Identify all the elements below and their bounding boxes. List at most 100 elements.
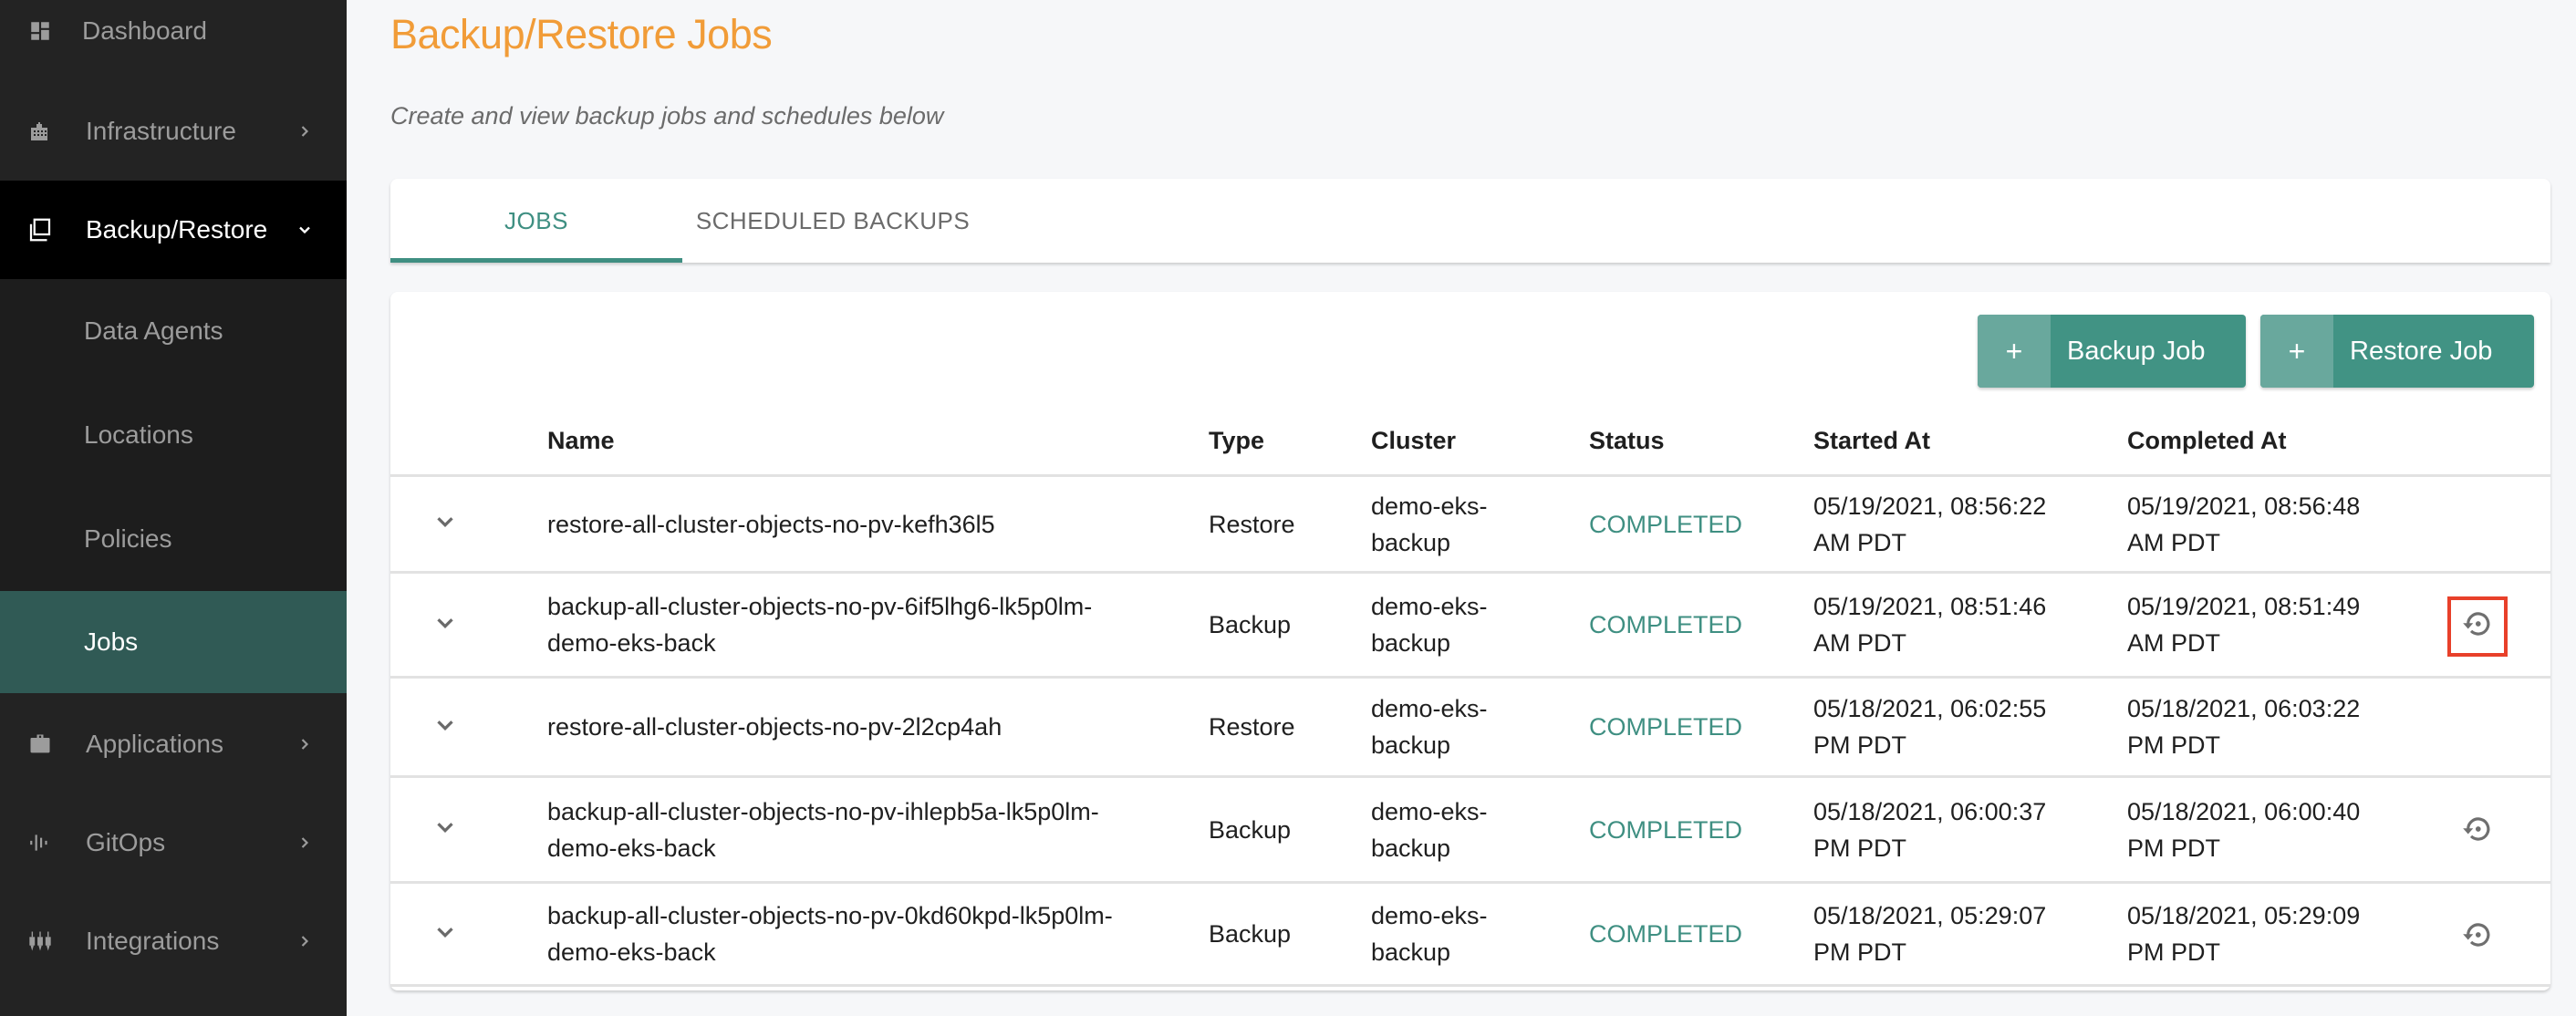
status-badge: COMPLETED (1589, 611, 1743, 638)
copy-icon (26, 215, 55, 244)
job-type: Backup (1209, 611, 1292, 638)
chevron-down-icon (431, 918, 459, 950)
chevron-right-icon (294, 832, 316, 854)
job-name: restore-all-cluster-objects-no-pv-2l2cp4… (547, 713, 1002, 741)
page-title: Backup/Restore Jobs (390, 11, 773, 57)
job-type: Restore (1209, 713, 1295, 741)
sidebar-item-label: Backup/Restore (86, 215, 268, 244)
job-name: backup-all-cluster-objects-no-pv-0kd60kp… (547, 902, 1113, 966)
button-label: Backup Job (2067, 336, 2206, 366)
job-cluster: demo-eks-backup (1371, 797, 1488, 862)
restore-icon (2460, 606, 2495, 646)
chevron-right-icon (294, 120, 316, 142)
expand-row-button[interactable] (423, 778, 467, 881)
restore-from-backup-button[interactable] (2447, 801, 2508, 861)
sidebar-item-gitops[interactable]: GitOps (0, 793, 347, 892)
completed-at: 05/18/2021, 06:00:40 PM PDT (2127, 797, 2361, 862)
tab-scheduled-backups[interactable]: SCHEDULED BACKUPS (682, 179, 983, 263)
job-name: backup-all-cluster-objects-no-pv-ihlepb5… (547, 797, 1099, 862)
plus-icon: + (2260, 315, 2333, 388)
sidebar-item-infrastructure[interactable]: Infrastructure (0, 82, 347, 181)
job-name: restore-all-cluster-objects-no-pv-kefh36… (547, 510, 995, 538)
sidebar-subitem-label: Jobs (84, 627, 139, 656)
completed-at: 05/19/2021, 08:56:48 AM PDT (2127, 492, 2361, 556)
sidebar-subitem-data-agents[interactable]: Data Agents (0, 279, 347, 383)
table-row[interactable]: backup-all-cluster-objects-no-pv-ihlepb5… (390, 775, 2550, 881)
briefcase-icon (26, 730, 55, 759)
sidebar-subitem-label: Policies (84, 524, 172, 553)
sidebar-subitem-locations[interactable]: Locations (0, 383, 347, 487)
job-name: backup-all-cluster-objects-no-pv-6if5lhg… (547, 593, 1093, 657)
column-header-status: Status (1589, 427, 1665, 454)
expand-row-button[interactable] (423, 884, 467, 984)
expand-row-button[interactable] (423, 679, 467, 775)
status-badge: COMPLETED (1589, 510, 1743, 538)
job-cluster: demo-eks-backup (1371, 695, 1488, 759)
restore-from-backup-button[interactable] (2447, 596, 2508, 657)
completed-at: 05/18/2021, 06:03:22 PM PDT (2127, 695, 2361, 759)
started-at: 05/18/2021, 05:29:07 PM PDT (1813, 902, 2047, 966)
started-at: 05/19/2021, 08:51:46 AM PDT (1813, 593, 2047, 657)
sidebar-item-backup-restore[interactable]: Backup/Restore (0, 181, 347, 279)
expand-row-button[interactable] (423, 477, 467, 571)
sidebar-item-label: Infrastructure (86, 117, 236, 145)
column-header-name: Name (547, 427, 615, 454)
chevron-down-icon (431, 814, 459, 845)
completed-at: 05/18/2021, 05:29:09 PM PDT (2127, 902, 2361, 966)
expand-row-button[interactable] (423, 574, 467, 676)
active-tab-indicator (390, 258, 682, 263)
tab-jobs[interactable]: JOBS (390, 179, 682, 263)
button-label: Restore Job (2350, 336, 2493, 366)
sidebar-item-label: Dashboard (82, 16, 207, 45)
chevron-right-icon (294, 930, 316, 952)
table-row[interactable]: backup-all-cluster-objects-no-pv-0kd60kp… (390, 881, 2550, 987)
chevron-right-icon (294, 733, 316, 755)
restore-from-backup-button[interactable] (2447, 907, 2508, 967)
plus-icon: + (1978, 315, 2051, 388)
status-badge: COMPLETED (1589, 920, 1743, 948)
sidebar-item-applications[interactable]: Applications (0, 695, 347, 793)
sidebar: Dashboard Infrastructure Backup/Restore … (0, 0, 347, 1016)
sidebar-submenu: Data Agents Locations Policies Jobs (0, 279, 347, 693)
column-header-cluster: Cluster (1371, 427, 1457, 454)
page-subtitle: Create and view backup jobs and schedule… (390, 102, 944, 130)
table-row[interactable]: backup-all-cluster-objects-no-pv-6if5lhg… (390, 571, 2550, 676)
job-cluster: demo-eks-backup (1371, 492, 1488, 556)
building-icon (26, 117, 55, 146)
sidebar-item-label: GitOps (86, 828, 166, 856)
chevron-down-icon (431, 711, 459, 743)
job-type: Backup (1209, 920, 1292, 948)
table-row[interactable]: restore-all-cluster-objects-no-pv-2l2cp4… (390, 676, 2550, 775)
table-row[interactable]: restore-all-cluster-objects-no-pv-kefh36… (390, 474, 2550, 571)
column-header-completed-at: Completed At (2127, 427, 2287, 454)
started-at: 05/18/2021, 06:02:55 PM PDT (1813, 695, 2047, 759)
job-cluster: demo-eks-backup (1371, 902, 1488, 966)
sidebar-item-dashboard[interactable]: Dashboard (0, 0, 347, 80)
sidebar-subitem-label: Locations (84, 420, 193, 449)
restore-icon (2460, 918, 2495, 957)
sidebar-subitem-jobs[interactable]: Jobs (0, 591, 347, 693)
column-header-started-at: Started At (1813, 427, 1931, 454)
column-header-type: Type (1209, 427, 1265, 454)
completed-at: 05/19/2021, 08:51:49 AM PDT (2127, 593, 2361, 657)
sidebar-subitem-policies[interactable]: Policies (0, 487, 347, 591)
chevron-down-icon (431, 609, 459, 641)
started-at: 05/19/2021, 08:56:22 AM PDT (1813, 492, 2047, 556)
sidebar-item-integrations[interactable]: Integrations (0, 892, 347, 990)
status-badge: COMPLETED (1589, 815, 1743, 844)
new-restore-job-button[interactable]: + Restore Job (2260, 315, 2534, 388)
chevron-down-icon (431, 508, 459, 540)
sidebar-subitem-label: Data Agents (84, 316, 223, 345)
waveform-icon (26, 828, 55, 857)
new-backup-job-button[interactable]: + Backup Job (1978, 315, 2246, 388)
sidebar-item-label: Applications (86, 730, 223, 758)
job-type: Backup (1209, 815, 1292, 844)
dashboard-icon (26, 16, 55, 46)
started-at: 05/18/2021, 06:00:37 PM PDT (1813, 797, 2047, 862)
restore-icon (2460, 812, 2495, 851)
status-badge: COMPLETED (1589, 713, 1743, 741)
job-cluster: demo-eks-backup (1371, 593, 1488, 657)
sidebar-item-label: Integrations (86, 927, 220, 955)
chevron-down-icon (294, 219, 316, 241)
job-type: Restore (1209, 510, 1295, 538)
